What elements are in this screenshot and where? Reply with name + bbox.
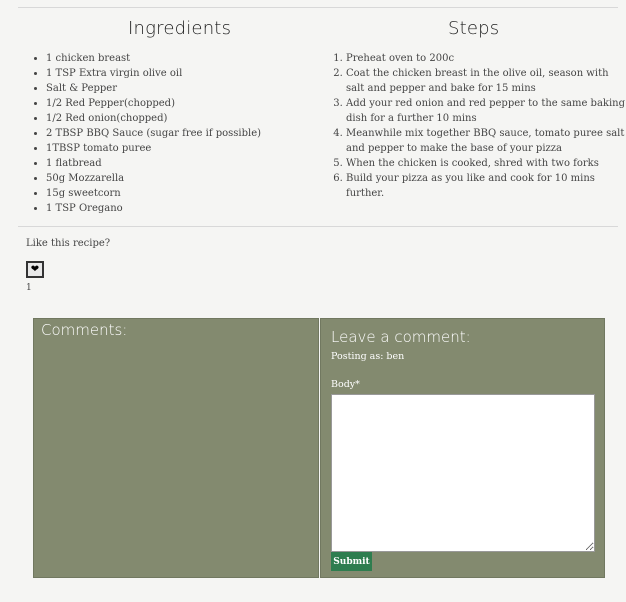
comments-panel: Comments: <box>33 318 319 578</box>
list-item: 1/2 Red Pepper(chopped) <box>46 96 286 111</box>
list-item: 1 chicken breast <box>46 51 286 66</box>
list-item: Meanwhile mix together BBQ sauce, tomato… <box>346 126 626 156</box>
posting-as: Posting as: ben <box>331 351 405 362</box>
steps-title: Steps <box>448 18 500 39</box>
list-item: 2 TBSP BBQ Sauce (sugar free if possible… <box>46 126 286 141</box>
list-item: 1/2 Red onion(chopped) <box>46 111 286 126</box>
list-item: When the chicken is cooked, shred with t… <box>346 156 626 171</box>
steps-list: Preheat oven to 200c Coat the chicken br… <box>336 51 626 201</box>
list-item: Build your pizza as you like and cook fo… <box>346 171 626 201</box>
like-button[interactable]: ❤ <box>26 261 44 278</box>
list-item: 50g Mozzarella <box>46 171 286 186</box>
submit-button[interactable]: Submit <box>331 552 372 571</box>
bottom-divider <box>18 226 618 227</box>
comment-body-input[interactable] <box>331 394 595 552</box>
like-count: 1 <box>26 283 32 293</box>
list-item: 1 flatbread <box>46 156 286 171</box>
heart-icon: ❤ <box>30 264 40 275</box>
list-item: Coat the chicken breast in the olive oil… <box>346 66 626 96</box>
like-question: Like this recipe? <box>26 238 111 249</box>
body-label: Body* <box>331 379 360 390</box>
leave-comment-panel: Leave a comment: Posting as: ben Body* S… <box>320 318 605 578</box>
list-item: 1 TSP Extra virgin olive oil <box>46 66 286 81</box>
list-item: Preheat oven to 200c <box>346 51 626 66</box>
top-divider <box>18 7 618 8</box>
list-item: 1 TSP Oregano <box>46 201 286 216</box>
list-item: Add your red onion and red pepper to the… <box>346 96 626 126</box>
list-item: 15g sweetcorn <box>46 186 286 201</box>
ingredients-title: Ingredients <box>128 18 232 39</box>
list-item: 1TBSP tomato puree <box>46 141 286 156</box>
leave-comment-title: Leave a comment: <box>331 328 471 346</box>
comments-title: Comments: <box>41 321 128 339</box>
ingredients-list: 1 chicken breast 1 TSP Extra virgin oliv… <box>36 51 286 216</box>
list-item: Salt & Pepper <box>46 81 286 96</box>
